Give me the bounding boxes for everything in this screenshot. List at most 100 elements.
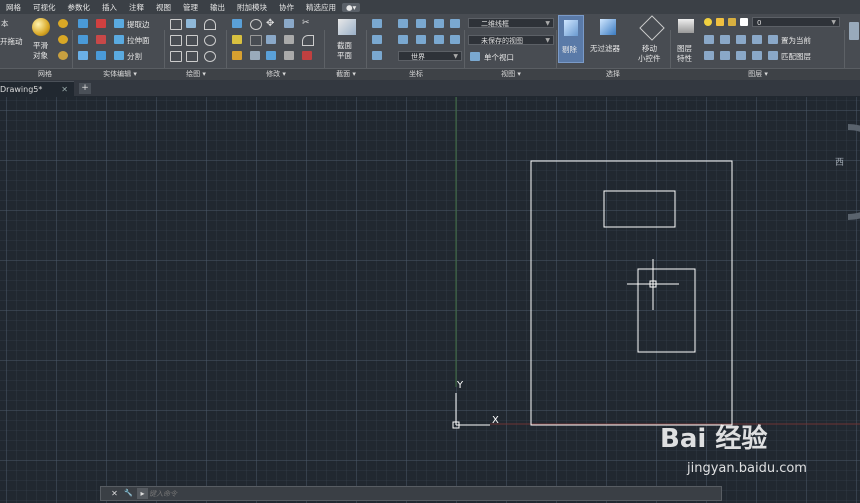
slice-icon[interactable] [78,51,88,60]
extra-toggle-icon[interactable]: ●▾ [342,2,361,12]
move-icon[interactable]: ✥ [266,19,276,29]
menu-item-addins[interactable]: 附加模块 [231,2,273,13]
layer-on-icon[interactable] [704,51,714,60]
move-gizmo-button[interactable]: 移动 小控件 [636,15,668,63]
panel-title-selection[interactable]: 选择 [558,69,668,80]
viewcube-ring[interactable] [847,124,860,220]
extract-edge-label[interactable]: 提取边 [127,19,150,30]
panel-title-section[interactable]: 截面 ▾ [328,69,364,80]
arc-icon[interactable] [204,19,216,30]
command-input[interactable] [149,488,709,499]
close-icon[interactable]: ✕ [109,488,120,499]
subtract-icon[interactable] [96,19,106,28]
culling-button[interactable]: 剔除 [558,15,584,63]
polyline-icon[interactable] [186,19,196,28]
layer-off-icon[interactable] [704,35,714,44]
menu-item-annotate[interactable]: 注释 [123,2,150,13]
mesh-refine-icon[interactable] [58,51,68,60]
ribbon-left-label-2[interactable]: 开拖动 [0,36,23,47]
interfere-icon[interactable] [96,35,106,44]
menu-item-mesh[interactable]: 网格 [0,2,27,13]
extract-edge-icon[interactable] [114,19,124,28]
close-icon[interactable]: ✕ [61,82,68,97]
menu-item-insert[interactable]: 插入 [96,2,123,13]
viewport-label[interactable]: 单个视口 [484,52,514,63]
viewport-icon[interactable] [470,52,480,61]
menu-item-parametric[interactable]: 参数化 [62,2,97,13]
sun-icon[interactable] [716,18,724,26]
upper-small-rectangle[interactable] [603,190,676,228]
fillet-icon[interactable] [232,35,242,44]
rectangle-icon[interactable] [186,51,198,62]
viewcube-west-label[interactable]: 西 [835,155,844,168]
set-current-icon[interactable] [768,35,778,44]
stretch-icon[interactable] [250,51,260,60]
extrude-face-icon[interactable] [114,35,124,44]
rotate-icon[interactable] [250,19,262,30]
layer-unisolate-icon[interactable] [720,51,730,60]
panel-title-solid-edit[interactable]: 实体编辑 ▾ [78,69,162,80]
mirror-icon[interactable] [232,19,242,28]
smooth-object-button[interactable]: 平滑 对象 [28,16,56,62]
menu-item-view[interactable]: 视图 [150,2,177,13]
ucs-face-icon[interactable] [416,35,426,44]
separate-label[interactable]: 分割 [127,51,142,62]
panel-title-modify[interactable]: 修改 ▾ [230,69,322,80]
ucs-select[interactable]: 世界 ▼ [398,51,462,61]
wrench-icon[interactable]: 🔧 [123,488,134,499]
offset-icon[interactable] [284,35,294,44]
chamfer-icon[interactable] [302,35,314,46]
copy-icon[interactable] [266,35,276,44]
scale-icon[interactable] [266,51,276,60]
menu-item-output[interactable]: 输出 [204,2,231,13]
menu-item-visualize[interactable]: 可视化 [27,2,62,13]
ucs-named-icon[interactable] [372,51,382,60]
mesh-smooth-less-icon[interactable] [58,35,68,44]
lower-small-rectangle[interactable] [637,268,696,353]
lock-icon[interactable] [728,18,736,26]
layer-freeze-icon[interactable] [736,35,746,44]
union-icon[interactable] [78,19,88,28]
layer-lock-icon[interactable] [752,35,762,44]
line-icon[interactable] [170,19,182,30]
layer-isolate-icon[interactable] [720,35,730,44]
tab-drawing5[interactable]: Drawing5* ✕ [0,81,74,97]
layer-thaw-icon[interactable] [736,51,746,60]
trim-icon[interactable] [284,19,294,28]
layer-properties-button[interactable]: 图层 特性 [674,16,700,63]
menu-item-manage[interactable]: 管理 [177,2,204,13]
panel-title-view[interactable]: 视图 ▾ [468,69,554,80]
pencil-icon[interactable] [232,51,242,60]
polygon-icon[interactable] [170,51,182,62]
group-icon[interactable] [849,22,859,40]
match-layer-icon[interactable] [768,51,778,60]
menu-item-featured-apps[interactable]: 精选应用 [300,2,342,13]
set-current-label[interactable]: 置为当前 [781,35,811,46]
ucs-3point-icon[interactable] [398,35,408,44]
join-icon[interactable] [284,51,294,60]
outer-rectangle[interactable] [530,160,733,426]
polyline-edit-icon[interactable] [186,35,198,46]
layer-unlock-icon[interactable] [752,51,762,60]
command-history-icon[interactable]: ▸ [137,488,148,499]
extrude-face-label[interactable]: 拉伸面 [127,35,150,46]
ucs-zaxis-icon[interactable] [450,35,460,44]
section-plane-button[interactable]: 截面 平面 [332,16,364,62]
spline-icon[interactable] [170,35,182,46]
mesh-smooth-more-icon[interactable] [58,19,68,28]
menu-item-collaborate[interactable]: 协作 [273,2,300,13]
erase-icon[interactable] [302,51,312,60]
panel-title-draw[interactable]: 绘图 ▾ [168,69,224,80]
ucs-origin-icon[interactable] [372,35,382,44]
ucs-object-icon[interactable] [434,35,444,44]
ucs-icon[interactable] [372,19,382,28]
new-tab-button[interactable]: + [79,83,91,94]
thicken-icon[interactable] [96,51,106,60]
saved-view-select[interactable]: 未保存的视图 ▼ [468,35,554,45]
panel-title-mesh[interactable]: 网格 [30,69,60,80]
ucs-x-icon[interactable] [398,19,408,28]
layer-select[interactable]: 0 ▼ [752,17,840,27]
circle-icon[interactable] [204,35,216,46]
no-filter-button[interactable]: 无过滤器 [590,16,626,62]
ucs-view-icon[interactable] [450,19,460,28]
